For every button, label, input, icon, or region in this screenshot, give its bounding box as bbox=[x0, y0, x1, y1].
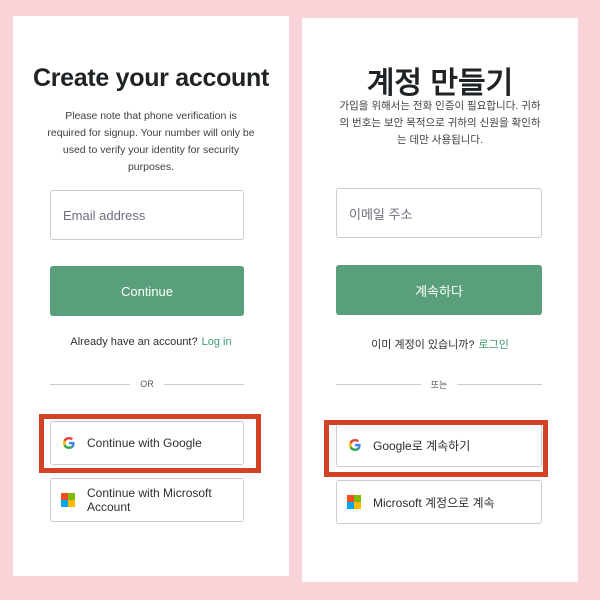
microsoft-logo-icon bbox=[61, 493, 75, 507]
page-title: Create your account bbox=[32, 64, 270, 92]
email-field[interactable]: Email address bbox=[50, 190, 244, 240]
divider-text: OR bbox=[140, 379, 154, 389]
page-title: 계정 만들기 bbox=[366, 67, 514, 100]
phone-verification-note: 가입을 위해서는 전화 인증이 필요합니다. 귀하의 번호는 보안 목적으로 귀… bbox=[339, 100, 541, 146]
continue-button[interactable]: Continue bbox=[50, 266, 244, 316]
microsoft-button-label: Microsoft 계정으로 계속 bbox=[373, 495, 495, 510]
login-prompt: 이미 계정이 있습니까? 로그인 bbox=[302, 336, 578, 352]
highlight-box-google-english bbox=[39, 414, 261, 473]
have-account-text: 이미 계정이 있습니까? bbox=[371, 339, 475, 351]
divider-line-right bbox=[163, 383, 244, 385]
highlight-box-google-korean bbox=[324, 420, 548, 477]
or-divider: OR bbox=[50, 377, 244, 391]
email-field[interactable]: 이메일 주소 bbox=[336, 188, 542, 238]
login-link[interactable]: Log in bbox=[202, 336, 232, 348]
signup-panel-english: Create your account Please note that pho… bbox=[13, 16, 289, 576]
continue-button[interactable]: 계속하다 bbox=[336, 265, 542, 315]
continue-with-microsoft-button[interactable]: Continue with Microsoft Account bbox=[50, 478, 244, 522]
login-prompt: Already have an account? Log in bbox=[13, 336, 289, 348]
or-divider: 또는 bbox=[336, 377, 542, 391]
divider-line-right bbox=[457, 383, 542, 385]
phone-verification-note: Please note that phone verification is r… bbox=[47, 110, 255, 173]
divider-line-left bbox=[50, 383, 131, 385]
email-placeholder: 이메일 주소 bbox=[349, 206, 413, 222]
have-account-text: Already have an account? bbox=[70, 336, 198, 348]
login-link[interactable]: 로그인 bbox=[478, 339, 508, 351]
divider-line-left bbox=[336, 383, 421, 385]
microsoft-button-label: Continue with Microsoft Account bbox=[87, 486, 212, 514]
microsoft-logo-icon bbox=[347, 495, 361, 509]
signup-panel-korean: 계정 만들기 가입을 위해서는 전화 인증이 필요합니다. 귀하의 번호는 보안… bbox=[302, 18, 578, 582]
continue-with-microsoft-button[interactable]: Microsoft 계정으로 계속 bbox=[336, 480, 542, 524]
email-placeholder: Email address bbox=[63, 207, 146, 223]
divider-text: 또는 bbox=[430, 379, 448, 390]
